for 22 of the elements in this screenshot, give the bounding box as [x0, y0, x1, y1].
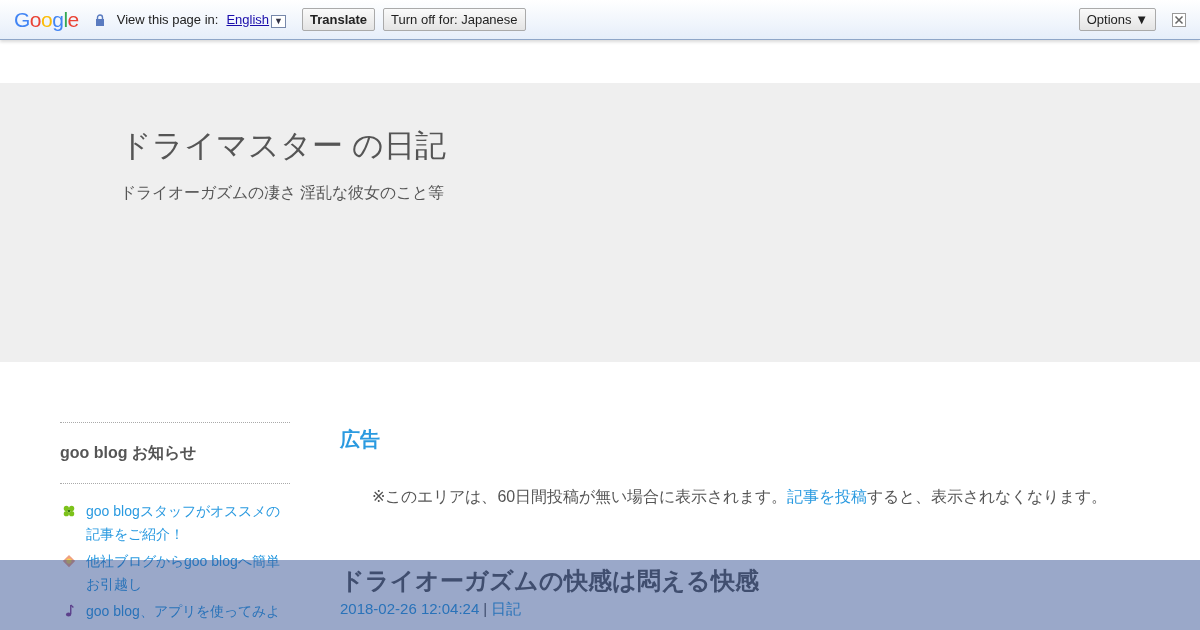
flower-icon [62, 554, 76, 568]
ad-heading: 広告 [340, 427, 381, 451]
notice-link[interactable]: goo blogスタッフがオススメの記事をご紹介！ [86, 500, 290, 546]
close-icon[interactable] [1172, 12, 1186, 27]
blog-description: ドライオーガズムの凄さ 淫乱な彼女のこと等 [120, 183, 446, 204]
post-article-link[interactable]: 記事を投稿 [787, 488, 868, 505]
category-link[interactable]: 日記 [491, 599, 522, 618]
ad-notice: ※このエリアは、60日間投稿が無い場合に表示されます。記事を投稿すると、表示されなくなります。 [371, 487, 1109, 507]
prompt-text: View this page in: [116, 10, 219, 29]
google-logo: Google [14, 6, 79, 33]
language-select[interactable]: English ▼ [226, 9, 286, 30]
options-button[interactable]: Options ▼ [1078, 7, 1156, 32]
blog-title[interactable]: ドライマスター の日記 [120, 127, 1200, 165]
turn-off-button[interactable]: Turn off for: Japanese [383, 7, 526, 32]
notice-link[interactable]: goo blog、アプリを使ってみよ [86, 600, 280, 623]
translate-button[interactable]: Translate [302, 7, 376, 32]
separator-text: | [483, 599, 488, 618]
post-date-link[interactable]: 2018-02-26 12:04:24 [340, 599, 480, 618]
clover-icon [62, 504, 76, 518]
lock-icon [94, 13, 105, 26]
sidebar-heading: goo blog お知らせ [60, 422, 290, 484]
post-title[interactable]: ドライオーガズムの快感は悶える快感 [340, 567, 1120, 596]
